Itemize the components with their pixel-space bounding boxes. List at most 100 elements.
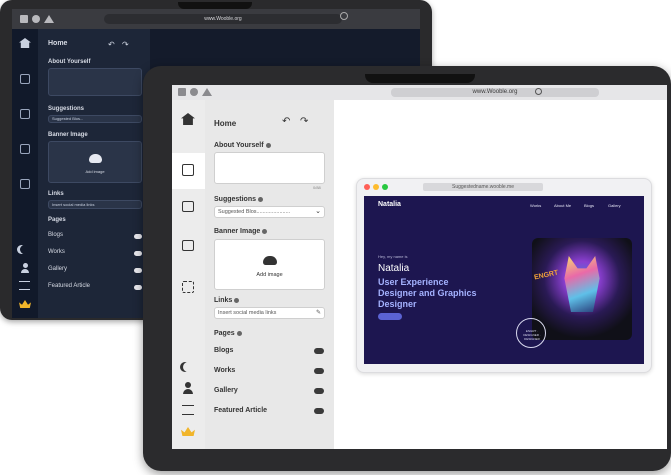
cloud-upload-icon [89,154,102,163]
redo-icon[interactable]: ↷ [122,40,129,49]
triangle-icon[interactable] [202,88,212,96]
cloud-upload-icon [263,256,277,265]
site-logo[interactable]: Natalia [378,201,401,208]
device-notch [365,74,475,83]
editor-panel: Home ↶ ↷ About Yourself 0/88 Suggestions… [205,100,334,449]
about-char-counter: 0/88 [313,185,321,190]
banner-upload[interactable]: Add image [214,239,325,290]
briefcase-icon[interactable] [182,201,194,212]
suggestions-value: Suggested Blos...................... [218,209,291,215]
info-icon [258,196,264,202]
gallery-toggle[interactable] [134,268,142,273]
undo-icon[interactable]: ↶ [282,116,290,127]
window-controls [20,15,54,23]
blogs-toggle[interactable] [134,234,142,239]
links-placeholder: Insert social media links [218,310,277,316]
moon-icon[interactable] [183,362,193,372]
sidebar [12,29,38,318]
suggestions-select[interactable]: Suggested Blos...................... ⌄ [214,206,325,218]
url-bar[interactable]: www.Wooble.org [391,88,599,97]
hero-cta-button[interactable] [378,313,402,320]
gallery-toggle[interactable] [314,388,324,394]
pages-label: Pages [214,330,242,337]
add-widget-icon[interactable] [20,179,30,189]
square-icon[interactable] [178,88,186,96]
browser-topbar: www.Wooble.org [172,85,667,100]
nav-blogs[interactable]: Blogs [584,203,594,208]
maximize-dot-icon[interactable] [382,184,388,190]
page-item-works: Works [48,249,65,255]
redo-icon[interactable]: ↷ [300,116,308,127]
banner-label: Banner Image [48,132,88,138]
window-controls [178,88,212,96]
about-label: About Yourself [48,59,91,65]
editor-panel: Home ↶ ↷ About Yourself Suggestions Sugg… [38,29,150,318]
url-bar[interactable]: www.Wooble.org [104,14,342,24]
featured-toggle[interactable] [134,285,142,290]
triangle-icon[interactable] [44,15,54,23]
info-icon [236,330,242,336]
about-textarea[interactable] [214,152,325,184]
home-icon[interactable] [19,38,31,48]
hero-name: Natalia [378,263,410,274]
nav-about[interactable]: About Me [554,203,571,208]
portfolio-site: Natalia Works About Me Blogs Gallery Hey… [364,196,644,364]
browser-topbar: www.Wooble.org [12,9,420,29]
page-item-featured: Featured Article [214,407,268,414]
preview-url[interactable]: Suggestedname.wooble.me [423,183,543,191]
nav-gallery[interactable]: Gallery [608,203,621,208]
suggestions-label: Suggestions [48,106,85,112]
hero-greeting: Hey, my name is [378,254,408,259]
page-item-gallery: Gallery [214,387,238,394]
search-icon[interactable] [535,88,542,95]
image-icon[interactable] [20,74,30,84]
links-input[interactable]: Insert social media links [48,200,142,209]
circle-icon[interactable] [32,15,40,23]
minimize-dot-icon[interactable] [373,184,379,190]
page-item-blogs: Blogs [48,232,64,238]
page-item-featured: Featured Article [48,283,91,289]
panel-title: Home [214,119,237,128]
add-widget-icon[interactable] [182,281,194,293]
links-label: Links [48,191,64,197]
works-toggle[interactable] [134,251,142,256]
search-icon[interactable] [340,12,348,20]
undo-icon[interactable]: ↶ [108,40,115,49]
crown-icon[interactable] [19,300,31,308]
links-input[interactable]: Insert social media links ✎ [214,307,325,319]
layout-icon[interactable] [20,144,30,154]
about-textarea[interactable] [48,68,142,96]
layout-icon[interactable] [182,240,194,251]
nav-works[interactable]: Works [530,203,541,208]
close-dot-icon[interactable] [364,184,370,190]
suggestions-select[interactable]: Suggested Blos... [48,115,142,123]
banner-upload[interactable]: Add image [48,141,142,183]
user-icon[interactable] [21,263,29,273]
info-icon [265,142,271,148]
info-icon [234,297,240,303]
add-image-label: Add image [256,272,283,278]
hero-headline: User Experience Designer and Graphics De… [378,277,477,309]
page-item-blogs: Blogs [214,347,234,354]
square-icon[interactable] [20,15,28,23]
user-icon[interactable] [183,382,193,394]
works-toggle[interactable] [314,368,324,374]
links-label: Links [214,297,240,304]
hero-artwork: ENGRT [532,238,632,340]
pencil-icon: ✎ [315,310,321,316]
circle-icon[interactable] [190,88,198,96]
banner-label: Banner Image [214,228,268,235]
image-icon[interactable] [182,164,194,176]
blogs-toggle[interactable] [314,348,324,354]
rotating-badge: ENGRT · DESIGNER · DESIGNER [516,318,546,348]
featured-toggle[interactable] [314,408,324,414]
settings-sliders-icon[interactable] [19,281,30,290]
settings-sliders-icon[interactable] [182,405,194,415]
pages-label: Pages [48,217,66,223]
moon-icon[interactable] [20,245,29,254]
front-screen: Home ↶ ↷ About Yourself 0/88 Suggestions… [172,100,667,449]
suggestions-label: Suggestions [214,196,264,203]
briefcase-icon[interactable] [20,109,30,119]
wolf-illustration [564,256,600,312]
chevron-down-icon: ⌄ [315,208,321,215]
